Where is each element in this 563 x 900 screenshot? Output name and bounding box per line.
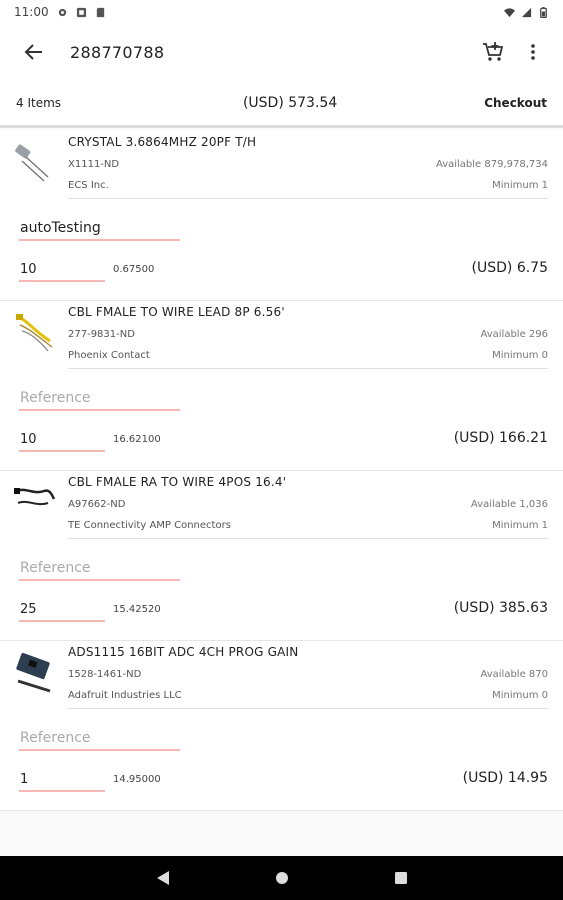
product-name[interactable]: CBL FMALE RA TO WIRE 4POS 16.4'	[68, 475, 286, 489]
part-number: X1111-ND	[68, 159, 120, 170]
cart-item: CBL FMALE RA TO WIRE 4POS 16.4' A97662-N…	[0, 471, 563, 641]
cart-item-list: CRYSTAL 3.6864MHZ 20PF T/H X1111-ND ECS …	[0, 131, 563, 811]
cable-black-icon	[14, 488, 56, 506]
minimum-quantity: Minimum 0	[492, 350, 548, 361]
unit-price: 0.67500	[113, 264, 155, 275]
product-name[interactable]: CBL FMALE TO WIRE LEAD 8P 6.56'	[68, 305, 285, 319]
extended-price: (USD) 166.21	[453, 430, 548, 446]
minimum-quantity: Minimum 1	[492, 520, 548, 531]
extended-price: (USD) 14.95	[462, 770, 548, 786]
nav-back-button[interactable]	[151, 866, 175, 890]
divider	[68, 538, 548, 539]
extended-price: (USD) 6.75	[471, 260, 548, 276]
quantity-input[interactable]	[19, 768, 105, 792]
minimum-quantity: Minimum 1	[492, 180, 548, 191]
square-recents-icon	[394, 872, 407, 884]
battery-icon	[540, 6, 547, 18]
page-title: 288770788	[70, 42, 165, 62]
quantity-input[interactable]	[19, 428, 105, 452]
part-number: A97662-ND	[68, 499, 126, 510]
notification-icon	[76, 7, 86, 17]
more-options-button[interactable]	[513, 28, 553, 76]
cart-item: CBL FMALE TO WIRE LEAD 8P 6.56' 277-9831…	[0, 301, 563, 471]
availability: Available 870	[480, 669, 548, 680]
cart-button[interactable]	[473, 28, 513, 76]
part-number: 277-9831-ND	[68, 329, 135, 340]
system-nav-bar	[0, 856, 563, 900]
reference-input[interactable]	[19, 217, 180, 241]
cart-item: ADS1115 16BIT ADC 4CH PROG GAIN 1528-146…	[0, 641, 563, 811]
unit-price: 15.42520	[113, 604, 161, 615]
availability: Available 296	[480, 329, 548, 340]
status-time: 11:00	[14, 5, 49, 19]
crystal-oscillator-icon	[15, 144, 49, 182]
status-bar: 11:00	[0, 0, 563, 24]
signal-icon	[521, 7, 532, 17]
settings-icon	[58, 8, 66, 16]
reference-input[interactable]	[19, 387, 180, 411]
adc-board-icon	[16, 652, 51, 693]
arrow-back-icon	[24, 44, 42, 60]
wifi-icon	[504, 7, 515, 17]
checkout-button[interactable]: Checkout	[484, 96, 547, 110]
item-count: 4 Items	[16, 95, 62, 110]
quantity-input[interactable]	[19, 258, 105, 282]
manufacturer: ECS Inc.	[68, 180, 109, 191]
circle-home-icon	[275, 872, 288, 884]
part-number: 1528-1461-ND	[68, 669, 142, 680]
cart-icon	[483, 42, 504, 61]
divider	[68, 708, 548, 709]
manufacturer: Phoenix Contact	[68, 350, 150, 361]
more-vert-icon	[531, 44, 535, 60]
unit-price: 16.62100	[113, 434, 161, 445]
nav-recents-button[interactable]	[389, 866, 413, 890]
reference-input[interactable]	[19, 727, 180, 751]
cart-total: (USD) 573.54	[242, 94, 338, 111]
divider	[68, 198, 548, 199]
reference-input[interactable]	[19, 557, 180, 581]
product-name[interactable]: CRYSTAL 3.6864MHZ 20PF T/H	[68, 135, 256, 149]
sd-card-icon	[96, 7, 104, 17]
manufacturer: Adafruit Industries LLC	[68, 690, 182, 701]
product-name[interactable]: ADS1115 16BIT ADC 4CH PROG GAIN	[68, 645, 298, 659]
triangle-back-icon	[156, 871, 169, 885]
manufacturer: TE Connectivity AMP Connectors	[68, 520, 231, 531]
app-bar: 288770788	[0, 24, 563, 80]
unit-price: 14.95000	[113, 774, 161, 785]
availability: Available 1,036	[470, 499, 548, 510]
minimum-quantity: Minimum 0	[492, 690, 548, 701]
availability: Available 879,978,734	[435, 159, 548, 170]
nav-home-button[interactable]	[270, 866, 294, 890]
cart-summary: 4 Items (USD) 573.54 Checkout	[0, 80, 563, 128]
back-button[interactable]	[6, 24, 62, 80]
cart-item: CRYSTAL 3.6864MHZ 20PF T/H X1111-ND ECS …	[0, 131, 563, 301]
cable-yellow-icon	[16, 314, 53, 352]
extended-price: (USD) 385.63	[453, 600, 548, 616]
quantity-input[interactable]	[19, 598, 105, 622]
divider	[68, 368, 548, 369]
